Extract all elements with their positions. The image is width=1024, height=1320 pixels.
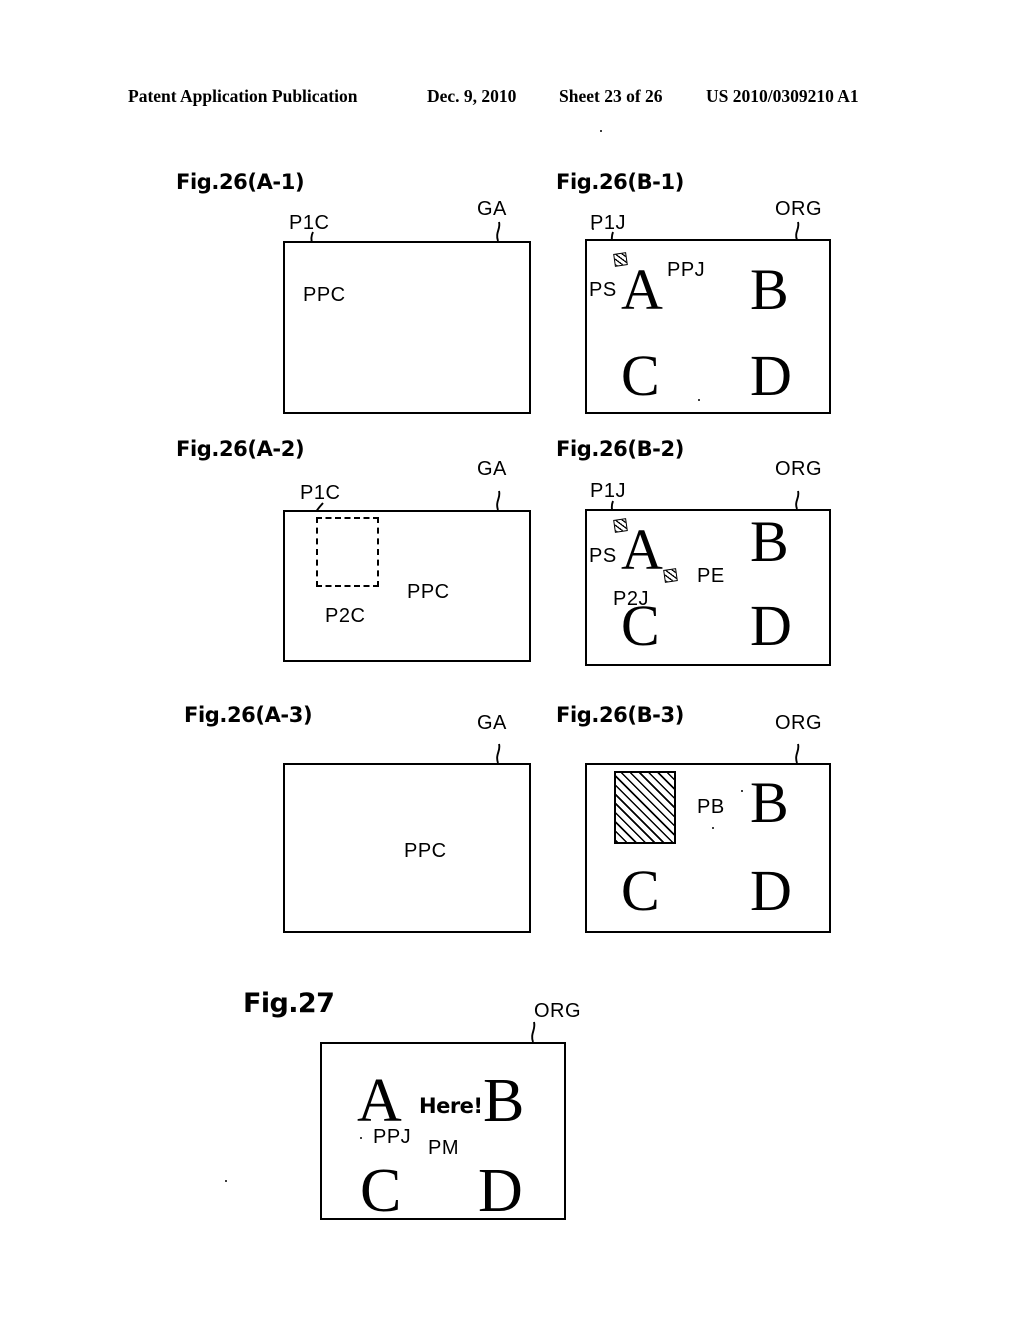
figure-title-fig26-b3: Fig.26(B-3) xyxy=(556,703,684,727)
point-marker-pe-b2 xyxy=(663,568,678,583)
figure-title-fig26-a2: Fig.26(A-2) xyxy=(176,437,305,461)
letter-c-b1: C xyxy=(621,343,660,408)
patent-drawing-page: Patent Application Publication Dec. 9, 2… xyxy=(0,0,1024,1320)
figure-title-fig27: Fig.27 xyxy=(243,988,335,1019)
figure-title-fig26-b1: Fig.26(B-1) xyxy=(556,170,684,194)
ref-label-ppj-b1: PPJ xyxy=(667,259,706,281)
ref-label-pe-b2: PE xyxy=(697,565,725,587)
header-document-number: US 2010/0309210 A1 xyxy=(706,86,859,106)
letter-b-b3: B xyxy=(750,770,789,835)
header-date: Dec. 9, 2010 xyxy=(427,86,517,106)
header-publication: Patent Application Publication xyxy=(128,86,358,106)
ref-label-p1c-a1: P1C xyxy=(289,212,330,234)
letter-d-b2: D xyxy=(750,593,792,658)
ref-label-ga-a3: GA xyxy=(477,712,507,734)
figure-title-fig26-b2: Fig.26(B-2) xyxy=(556,437,684,461)
point-marker-ps-b2 xyxy=(613,518,628,533)
letter-b-b1: B xyxy=(750,257,789,322)
ref-label-org-b2: ORG xyxy=(775,458,823,480)
leader-ga-a1 xyxy=(496,221,501,242)
ref-label-p1j-b2: P1J xyxy=(590,480,626,502)
letter-a-b1: A xyxy=(621,257,663,322)
ref-label-ga-a1: GA xyxy=(477,198,507,220)
letter-c-f27: C xyxy=(360,1157,402,1225)
letter-d-f27: D xyxy=(478,1157,523,1225)
page-header: Patent Application Publication Dec. 9, 2… xyxy=(0,86,1024,112)
figure-title-fig26-a1: Fig.26(A-1) xyxy=(176,170,305,194)
screen-ga-a1 xyxy=(283,241,531,414)
scan-speck xyxy=(741,790,743,792)
ref-label-pb-b3: PB xyxy=(697,796,725,818)
ref-label-ppc-a1: PPC xyxy=(303,284,346,306)
scan-speck xyxy=(592,228,594,230)
ref-label-p1c-a2: P1C xyxy=(300,482,341,504)
ref-label-ps-b1: PS xyxy=(589,279,617,301)
leader-ga-a3 xyxy=(496,743,501,764)
ref-label-ppj-f27: PPJ xyxy=(373,1126,412,1148)
letter-b-f27: B xyxy=(483,1067,525,1135)
ref-label-org-b3: ORG xyxy=(775,712,823,734)
ref-label-ppc-a3: PPC xyxy=(404,840,447,862)
leader-org-b1 xyxy=(795,221,800,241)
ref-label-org-f27: ORG xyxy=(534,1000,582,1022)
leader-org-f27 xyxy=(531,1021,536,1043)
scan-speck xyxy=(698,399,700,401)
ref-label-ga-a2: GA xyxy=(477,458,507,480)
figure-title-fig26-a3: Fig.26(A-3) xyxy=(184,703,313,727)
leader-org-b2 xyxy=(795,490,800,510)
scan-speck xyxy=(712,827,714,829)
point-marker-ps-b1 xyxy=(613,252,628,267)
ref-label-pm-f27: PM xyxy=(428,1137,459,1159)
letter-c-b3: C xyxy=(621,858,660,923)
scan-speck xyxy=(600,130,602,132)
leader-ga-a2 xyxy=(496,490,501,511)
letter-d-b1: D xyxy=(750,343,792,408)
letter-b-b2: B xyxy=(750,509,789,574)
ref-label-ps-b2: PS xyxy=(589,545,617,567)
leader-org-b3 xyxy=(795,743,800,764)
hatched-block-pb xyxy=(614,771,676,844)
header-sheet: Sheet 23 of 26 xyxy=(559,86,663,106)
scan-speck xyxy=(225,1180,227,1182)
scan-speck xyxy=(360,1137,362,1139)
message-here-f27: Here! xyxy=(419,1094,483,1118)
ref-label-p1j-b1: P1J xyxy=(590,212,626,234)
ref-label-p2j-b2: P2J xyxy=(613,588,649,610)
selection-rect-a2 xyxy=(316,517,379,587)
letter-a-f27: A xyxy=(357,1067,402,1135)
ref-label-ppc-a2: PPC xyxy=(407,581,450,603)
ref-label-org-b1: ORG xyxy=(775,198,823,220)
ref-label-p2c-a2: P2C xyxy=(325,605,366,627)
letter-d-b3: D xyxy=(750,858,792,923)
